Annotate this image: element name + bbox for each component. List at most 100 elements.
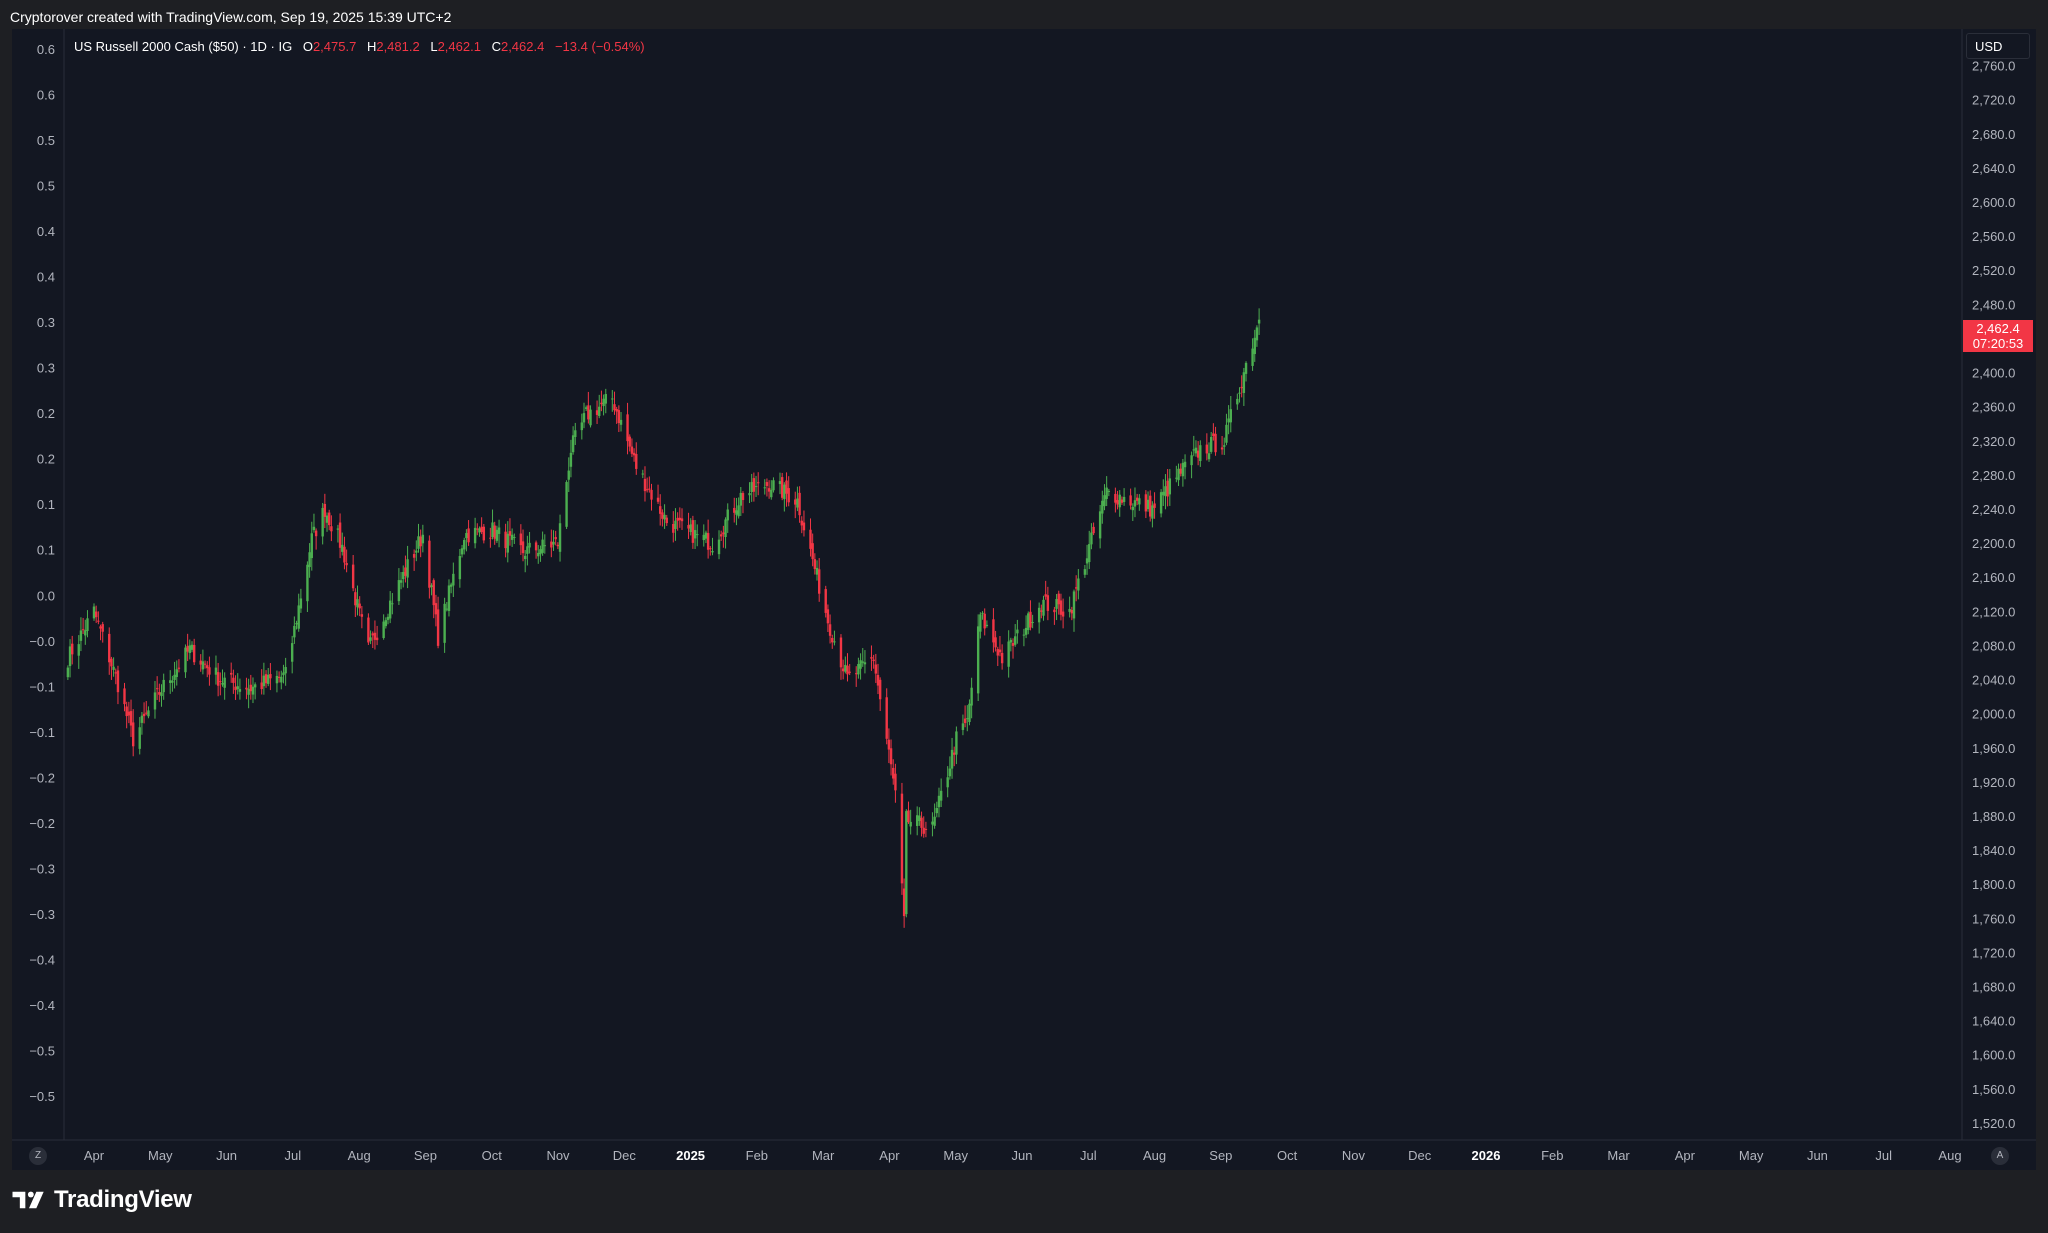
- candle-body: [754, 486, 758, 488]
- candle-body: [1072, 591, 1076, 619]
- candle-body: [264, 674, 268, 684]
- candle-body: [280, 676, 283, 683]
- price-tick-label: 2,760.0: [1972, 59, 2015, 74]
- candle-body: [1022, 634, 1026, 636]
- candle-body: [447, 585, 451, 611]
- candle-body: [310, 533, 313, 559]
- candle-body: [131, 722, 135, 747]
- candle-body: [1024, 627, 1028, 635]
- candle-body: [1055, 598, 1058, 609]
- candle-body: [709, 548, 712, 550]
- legend-low-label: L: [430, 39, 438, 54]
- left-tick-label: 0.5: [37, 179, 55, 194]
- candle-body: [650, 489, 653, 500]
- candle-body: [739, 492, 742, 506]
- currency-button[interactable]: USD: [1966, 33, 2030, 59]
- price-tick-label: 2,720.0: [1972, 93, 2015, 108]
- candle-body: [613, 404, 616, 411]
- candle-body: [140, 715, 144, 723]
- candle-body: [1059, 600, 1063, 615]
- left-tick-label: 0.3: [37, 315, 55, 330]
- price-tick-label: 2,160.0: [1972, 570, 2015, 585]
- candle-body: [680, 518, 684, 522]
- time-tick-label: Feb: [1541, 1148, 1563, 1163]
- candle-body: [478, 528, 481, 533]
- candle-body: [513, 537, 516, 539]
- candle-body: [541, 539, 544, 553]
- time-axis[interactable]: Apr May Jun Jul Aug Sep Oct Nov Dec 2025 Feb Mar Apr…: [84, 1148, 1962, 1163]
- candle-body: [158, 692, 161, 695]
- candle-body: [994, 637, 997, 648]
- legend-open-value: 2,475.7: [312, 39, 357, 54]
- candle-body: [436, 609, 440, 646]
- candle-body: [214, 667, 218, 675]
- candle-body: [689, 524, 692, 533]
- candle-body: [1074, 587, 1078, 589]
- candle-body: [160, 692, 163, 697]
- candle-body: [312, 526, 316, 531]
- candle-body: [968, 703, 971, 723]
- candle-body: [584, 407, 588, 409]
- left-tick-label: −0.4: [29, 998, 55, 1013]
- candle-body: [1175, 477, 1178, 479]
- auto-scale-button[interactable]: A: [1991, 1147, 2009, 1165]
- candle-body: [369, 637, 372, 641]
- legend-change: −13.4 (−0.54%): [554, 39, 645, 54]
- candle-body: [216, 672, 220, 686]
- candle-body: [277, 676, 281, 678]
- candle-body: [828, 624, 832, 636]
- candle-body: [223, 677, 226, 688]
- candle-body: [857, 663, 860, 675]
- price-tick-label: 2,520.0: [1972, 263, 2015, 278]
- candle-body: [262, 675, 266, 687]
- candle-body: [1205, 444, 1209, 454]
- candle-body: [696, 534, 699, 536]
- candle-body: [1227, 418, 1230, 423]
- candle-body: [356, 599, 359, 608]
- candle-body: [415, 550, 418, 553]
- candle-body: [1057, 593, 1060, 605]
- candle-body: [526, 546, 529, 554]
- candle-body: [1122, 496, 1126, 503]
- candle-body: [1092, 526, 1095, 534]
- candle-body: [872, 659, 875, 662]
- candle-body: [552, 541, 555, 545]
- candle-body: [1166, 480, 1169, 497]
- candle-body: [1042, 599, 1045, 616]
- price-tick-label: 2,480.0: [1972, 297, 2015, 312]
- candle-body: [421, 534, 425, 544]
- price-tick-label: 1,600.0: [1972, 1048, 2015, 1063]
- candle-body: [467, 528, 470, 543]
- candle-body: [145, 712, 148, 714]
- candle-body: [704, 532, 708, 539]
- candle-body: [950, 749, 954, 769]
- candle-body: [1138, 498, 1141, 505]
- left-tick-label: −0.4: [29, 952, 55, 967]
- candle-body: [615, 408, 618, 412]
- candle-body: [123, 688, 126, 705]
- candle-body: [397, 580, 401, 602]
- candle-body: [948, 768, 952, 777]
- zoom-reset-button[interactable]: Z: [29, 1147, 47, 1165]
- candle-body: [1207, 453, 1211, 460]
- candle-body: [232, 677, 235, 683]
- candle-body: [534, 542, 538, 551]
- time-tick-label: Aug: [348, 1148, 371, 1163]
- candle-body: [112, 666, 115, 670]
- candle-body: [809, 529, 812, 549]
- candle-body: [1016, 629, 1019, 634]
- candle-body: [939, 790, 943, 801]
- candle-body: [208, 667, 211, 675]
- candle-body: [343, 546, 346, 563]
- price-tick-label: 2,240.0: [1972, 502, 2015, 517]
- candle-body: [1031, 622, 1034, 624]
- candle-body: [706, 533, 710, 550]
- price-tick-label: 2,560.0: [1972, 229, 2015, 244]
- candle-body: [780, 477, 784, 498]
- candle-body: [565, 482, 568, 527]
- candle-body: [375, 637, 379, 641]
- candle-body: [580, 422, 584, 431]
- price-chart[interactable]: 0.6 0.6 0.5 0.5 0.4 0.4 0.3 0.3 0.2 0.2 0.1 0.1 0.0 −…: [0, 0, 2048, 1233]
- candle-body: [97, 620, 100, 622]
- candle-body: [922, 827, 925, 834]
